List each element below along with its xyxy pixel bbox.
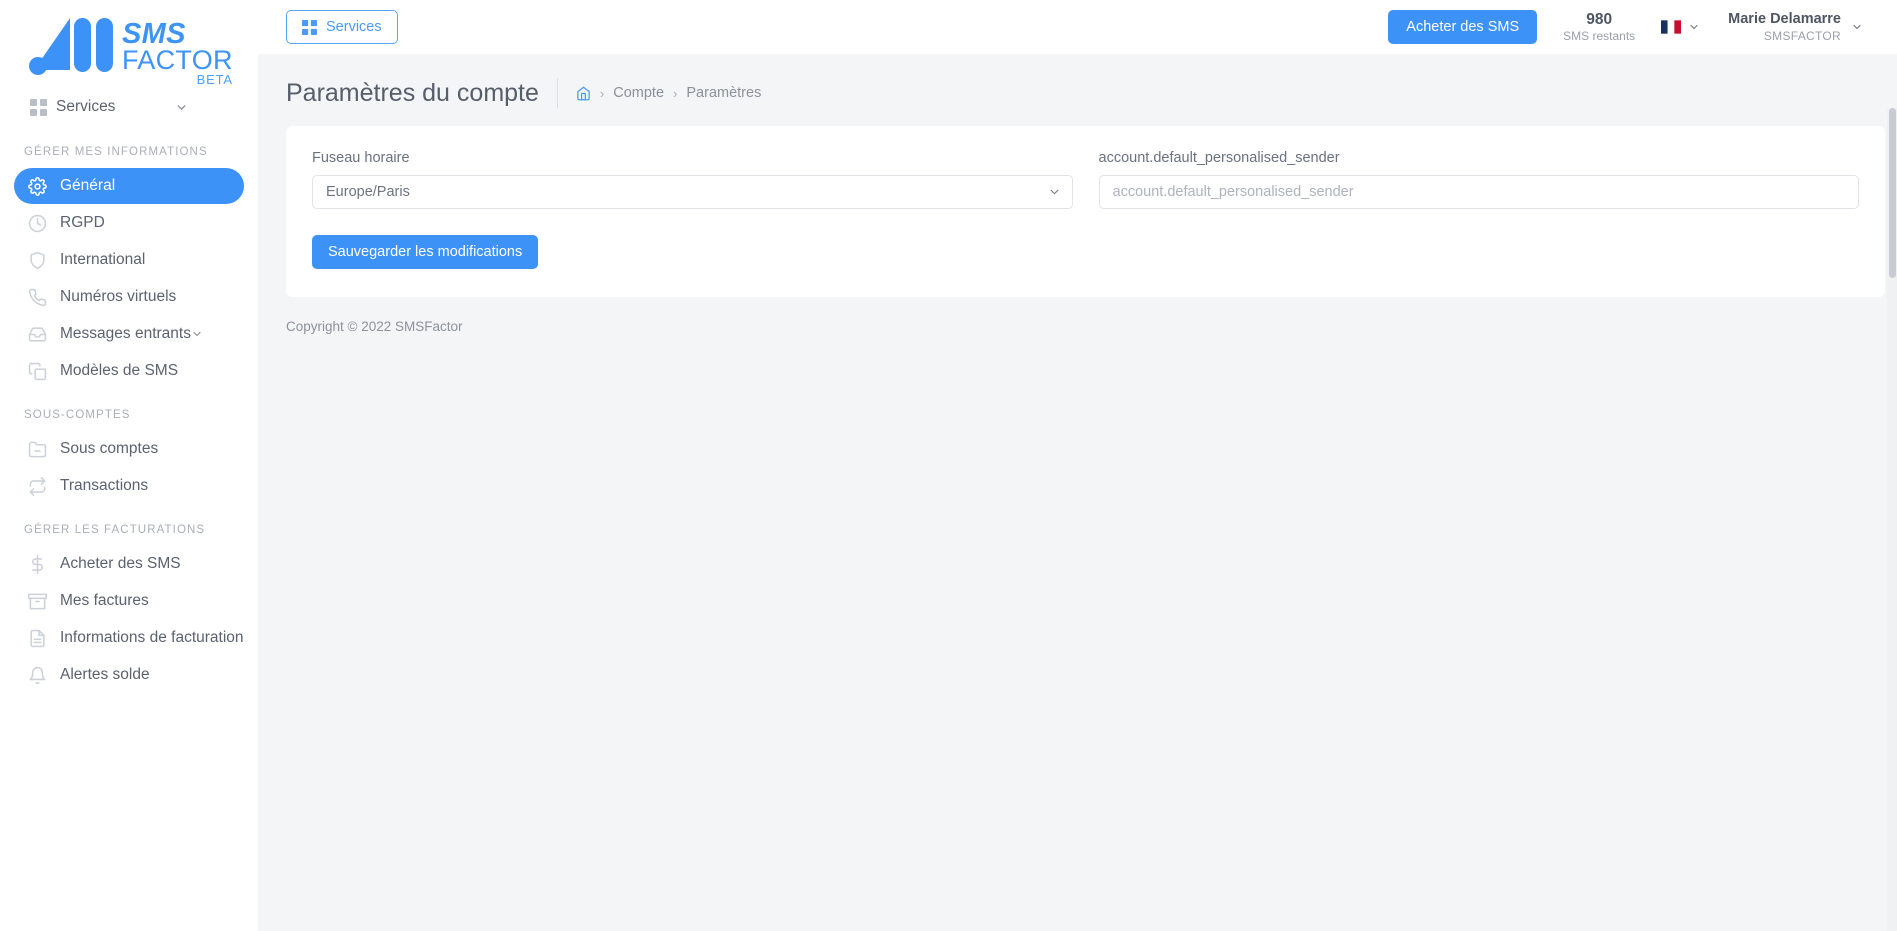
- user-menu[interactable]: Marie Delamarre SMSFACTOR: [1728, 11, 1863, 43]
- sidebar-item-messages-entrants[interactable]: Messages entrants: [14, 316, 244, 352]
- archive-icon: [28, 592, 60, 611]
- bell-icon: [28, 666, 60, 685]
- app-root: SMS FACTOR BETA Services GÉRER MES INFOR…: [0, 0, 1897, 931]
- sidebar-item-label: Informations de facturation: [60, 629, 244, 646]
- right-column: Services Acheter des SMS 980 SMS restant…: [258, 0, 1897, 931]
- copy-icon: [28, 362, 60, 381]
- sidebar-item-label: Messages entrants: [60, 325, 191, 342]
- sidebar-item-label: Acheter des SMS: [60, 555, 181, 572]
- main-content: Paramètres du compte › Compte › Paramètr…: [258, 54, 1897, 931]
- sidebar-item-label: RGPD: [60, 214, 105, 231]
- grid-icon: [30, 98, 56, 116]
- french-flag-icon: [1661, 20, 1682, 34]
- sms-credits: 980 SMS restants: [1563, 11, 1635, 43]
- sender-field-group: account.default_personalised_sender: [1098, 150, 1859, 209]
- sidebar-item-label: Numéros virtuels: [60, 288, 177, 305]
- sidebar-item-acheter-des-sms[interactable]: Acheter des SMS: [14, 546, 244, 582]
- timezone-select[interactable]: Europe/Paris: [312, 175, 1073, 209]
- dollar-icon: [28, 554, 60, 574]
- shield-icon: [28, 251, 60, 270]
- sidebar-services-label: Services: [56, 98, 116, 115]
- home-icon[interactable]: [576, 86, 591, 101]
- timezone-label: Fuseau horaire: [312, 150, 410, 166]
- user-name: Marie Delamarre: [1728, 11, 1841, 28]
- services-button[interactable]: Services: [286, 10, 398, 44]
- chevron-down-icon: [175, 101, 188, 114]
- gear-icon: [28, 176, 60, 196]
- sidebar-section-title: SOUS-COMPTES: [24, 409, 131, 421]
- timezone-select-wrapper: Europe/Paris: [312, 175, 1073, 209]
- page-title: Paramètres du compte: [286, 78, 539, 107]
- sidebar: SMS FACTOR BETA Services GÉRER MES INFOR…: [0, 0, 258, 931]
- sidebar-services-toggle[interactable]: Services: [0, 88, 258, 126]
- sidebar-item-transactions[interactable]: Transactions: [14, 468, 244, 504]
- sidebar-item-international[interactable]: International: [14, 242, 244, 278]
- brand-logo[interactable]: SMS FACTOR BETA: [0, 0, 258, 88]
- sidebar-section-title: GÉRER LES FACTURATIONS: [24, 524, 206, 536]
- chevron-down-icon: [191, 328, 203, 340]
- grid-icon: [302, 19, 317, 35]
- folder-minus-icon: [28, 440, 60, 459]
- divider: [556, 78, 558, 108]
- topbar: Services Acheter des SMS 980 SMS restant…: [258, 0, 1897, 54]
- sidebar-item-informations-de-facturation[interactable]: Informations de facturation: [14, 620, 244, 656]
- refresh-icon: [28, 476, 60, 496]
- sidebar-item-numeros-virtuels[interactable]: Numéros virtuels: [14, 279, 244, 315]
- inbox-icon: [28, 325, 60, 344]
- footer-copyright: Copyright © 2022 SMSFactor: [286, 319, 463, 334]
- page-header: Paramètres du compte › Compte › Paramètr…: [258, 54, 1897, 126]
- services-button-label: Services: [326, 19, 382, 35]
- save-button[interactable]: Sauvegarder les modifications: [312, 235, 539, 269]
- sidebar-item-label: Modèles de SMS: [60, 362, 179, 379]
- buy-sms-button[interactable]: Acheter des SMS: [1388, 10, 1538, 44]
- sidebar-item-label: Mes factures: [60, 592, 149, 609]
- sidebar-section-title: GÉRER MES INFORMATIONS: [24, 146, 208, 158]
- sms-credits-value: 980: [1586, 10, 1613, 28]
- sidebar-item-modeles-de-sms[interactable]: Modèles de SMS: [14, 353, 244, 389]
- sidebar-item-label: Général: [60, 177, 116, 194]
- breadcrumb: › Compte › Paramètres: [576, 85, 761, 101]
- sidebar-item-label: Alertes solde: [60, 666, 150, 683]
- logo-factor-text: FACTOR: [122, 45, 233, 75]
- timezone-field-group: Fuseau horaire Europe/Paris: [312, 150, 1073, 209]
- sender-input[interactable]: [1098, 175, 1859, 209]
- breadcrumb-separator: ›: [599, 85, 605, 101]
- phone-icon: [28, 288, 60, 307]
- smsfactor-logo-icon: [29, 18, 113, 75]
- user-organisation: SMSFACTOR: [1763, 28, 1841, 43]
- chevron-down-icon: [1851, 21, 1863, 33]
- breadcrumb-item-parametres[interactable]: Paramètres: [686, 85, 761, 101]
- sidebar-item-label: International: [60, 251, 146, 268]
- sidebar-item-sous-comptes[interactable]: Sous comptes: [14, 431, 244, 467]
- sidebar-item-general[interactable]: Général: [14, 168, 244, 204]
- sidebar-item-label: Transactions: [60, 477, 149, 494]
- sms-credits-caption: SMS restants: [1563, 29, 1636, 44]
- form-row: Fuseau horaire Europe/Paris account.defa…: [312, 150, 1859, 209]
- sidebar-item-label: Sous comptes: [60, 440, 159, 457]
- sidebar-item-mes-factures[interactable]: Mes factures: [14, 583, 244, 619]
- breadcrumb-separator: ›: [673, 85, 678, 101]
- sidebar-item-rgpd[interactable]: RGPD: [14, 205, 244, 241]
- settings-card: Fuseau horaire Europe/Paris account.defa…: [286, 126, 1885, 297]
- sender-label: account.default_personalised_sender: [1098, 150, 1340, 166]
- file-text-icon: [28, 629, 60, 648]
- scrollbar-thumb[interactable]: [1889, 108, 1896, 278]
- sidebar-item-alertes-solde[interactable]: Alertes solde: [14, 657, 244, 693]
- language-selector[interactable]: [1661, 20, 1700, 34]
- page-scrollbar[interactable]: [1887, 108, 1897, 931]
- clock-icon: [28, 214, 60, 233]
- chevron-down-icon: [1688, 21, 1700, 33]
- breadcrumb-item-compte[interactable]: Compte: [613, 85, 664, 101]
